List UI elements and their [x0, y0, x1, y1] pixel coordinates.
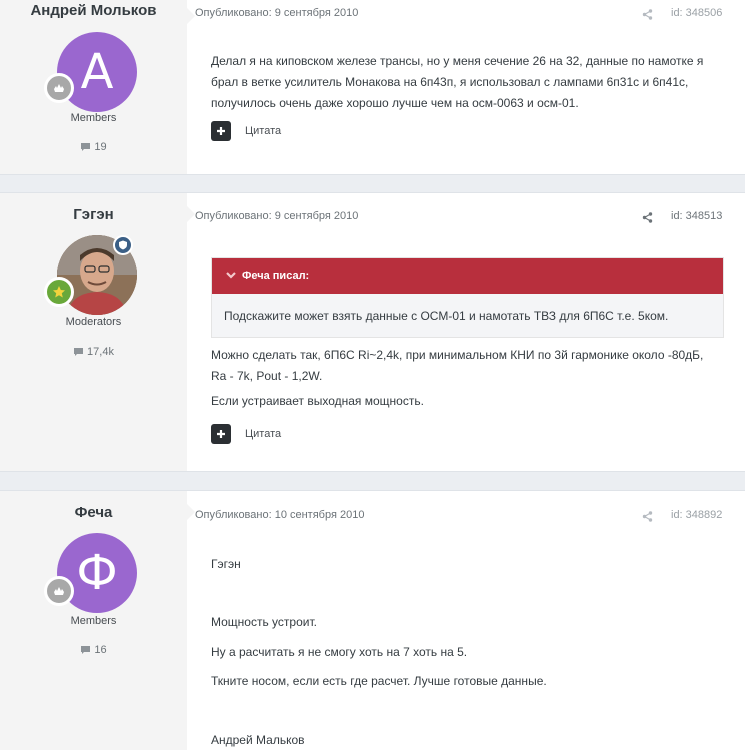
quote-author: Феча писал: — [242, 270, 310, 282]
multiquote-button[interactable] — [211, 121, 231, 141]
post-text: Делал я на киповском железе трансы, но у… — [211, 54, 704, 110]
author-panel: Андрей Мольков А Members 19 — [0, 0, 187, 174]
post-count-value: 16 — [94, 644, 107, 656]
post-count: 19 — [0, 141, 187, 153]
post-count-value: 17,4k — [87, 346, 114, 358]
quote-button[interactable]: Цитата — [245, 428, 281, 440]
comment-icon — [73, 347, 84, 357]
post-pointer — [186, 205, 195, 223]
post-pointer — [186, 7, 195, 25]
post-actions: Цитата — [211, 424, 281, 444]
user-group: Moderators — [65, 316, 122, 328]
plus-icon — [216, 124, 226, 139]
post-date[interactable]: Опубликовано: 10 сентября 2010 — [195, 509, 364, 521]
post-text: Ткните носом, если есть где расчет. Лучш… — [211, 674, 547, 688]
post-text: Гэгэн — [211, 557, 241, 571]
post-date[interactable]: Опубликовано: 9 сентября 2010 — [195, 7, 358, 19]
quote-text: Подскажите может взять данные с ОСМ-01 и… — [224, 309, 669, 323]
chevron-down-icon — [226, 270, 236, 282]
post-body: Опубликовано: 9 сентября 2010 id: 348506… — [186, 0, 745, 174]
rank-badge-icon — [44, 277, 74, 307]
post-count: 17,4k — [0, 346, 187, 358]
multiquote-button[interactable] — [211, 424, 231, 444]
avatar-letter: Ф — [76, 545, 118, 601]
comment-icon — [80, 142, 91, 152]
post-id[interactable]: id: 348892 — [671, 509, 722, 521]
post: Гэгэн Moderators 17,4k Опубликовано: 9 с… — [0, 192, 745, 472]
post-text: Можно сделать так, 6П6С Ri~2,4k, при мин… — [211, 348, 704, 383]
share-icon[interactable] — [642, 211, 653, 226]
quote-header[interactable]: Феча писал: — [212, 258, 723, 294]
author-panel: Гэгэн Moderators 17,4k — [0, 193, 187, 471]
share-icon[interactable] — [642, 510, 653, 525]
quote-button[interactable]: Цитата — [245, 125, 281, 137]
post-actions: Цитата — [211, 121, 281, 141]
author-panel: Феча Ф Members 16 — [0, 491, 187, 750]
rank-badge-icon — [44, 73, 74, 103]
user-group: Members — [70, 615, 117, 627]
plus-icon — [216, 427, 226, 442]
post-count-value: 19 — [94, 141, 107, 153]
post-id[interactable]: id: 348513 — [671, 210, 722, 222]
post-text: Если устраивает выходная мощность. — [211, 394, 424, 408]
quote-block: Феча писал: Подскажите может взять данны… — [211, 257, 724, 338]
share-icon[interactable] — [642, 8, 653, 23]
avatar[interactable]: А — [57, 32, 137, 112]
comment-icon — [80, 645, 91, 655]
post-pointer — [186, 503, 195, 521]
author-name[interactable]: Гэгэн — [0, 206, 187, 223]
author-name[interactable]: Феча — [0, 504, 187, 521]
author-name[interactable]: Андрей Мольков — [0, 2, 187, 19]
user-group: Members — [70, 112, 117, 124]
post: Андрей Мольков А Members 19 Опубликовано… — [0, 0, 745, 175]
post-text: Андрей Мальков — [211, 733, 305, 747]
post-text: Ну а расчитать я не смогу хоть на 7 хоть… — [211, 645, 468, 659]
post-text: Мощность устроит. — [211, 615, 317, 629]
post-count: 16 — [0, 644, 187, 656]
avatar-letter: А — [80, 44, 114, 100]
post-body: Опубликовано: 10 сентября 2010 id: 34889… — [186, 491, 745, 750]
post-date[interactable]: Опубликовано: 9 сентября 2010 — [195, 210, 358, 222]
post: Феча Ф Members 16 Опубликовано: 10 сентя… — [0, 490, 745, 750]
post-body: Опубликовано: 9 сентября 2010 id: 348513… — [186, 193, 745, 471]
post-id[interactable]: id: 348506 — [671, 7, 722, 19]
rank-badge-icon — [44, 576, 74, 606]
shield-icon — [113, 235, 133, 255]
